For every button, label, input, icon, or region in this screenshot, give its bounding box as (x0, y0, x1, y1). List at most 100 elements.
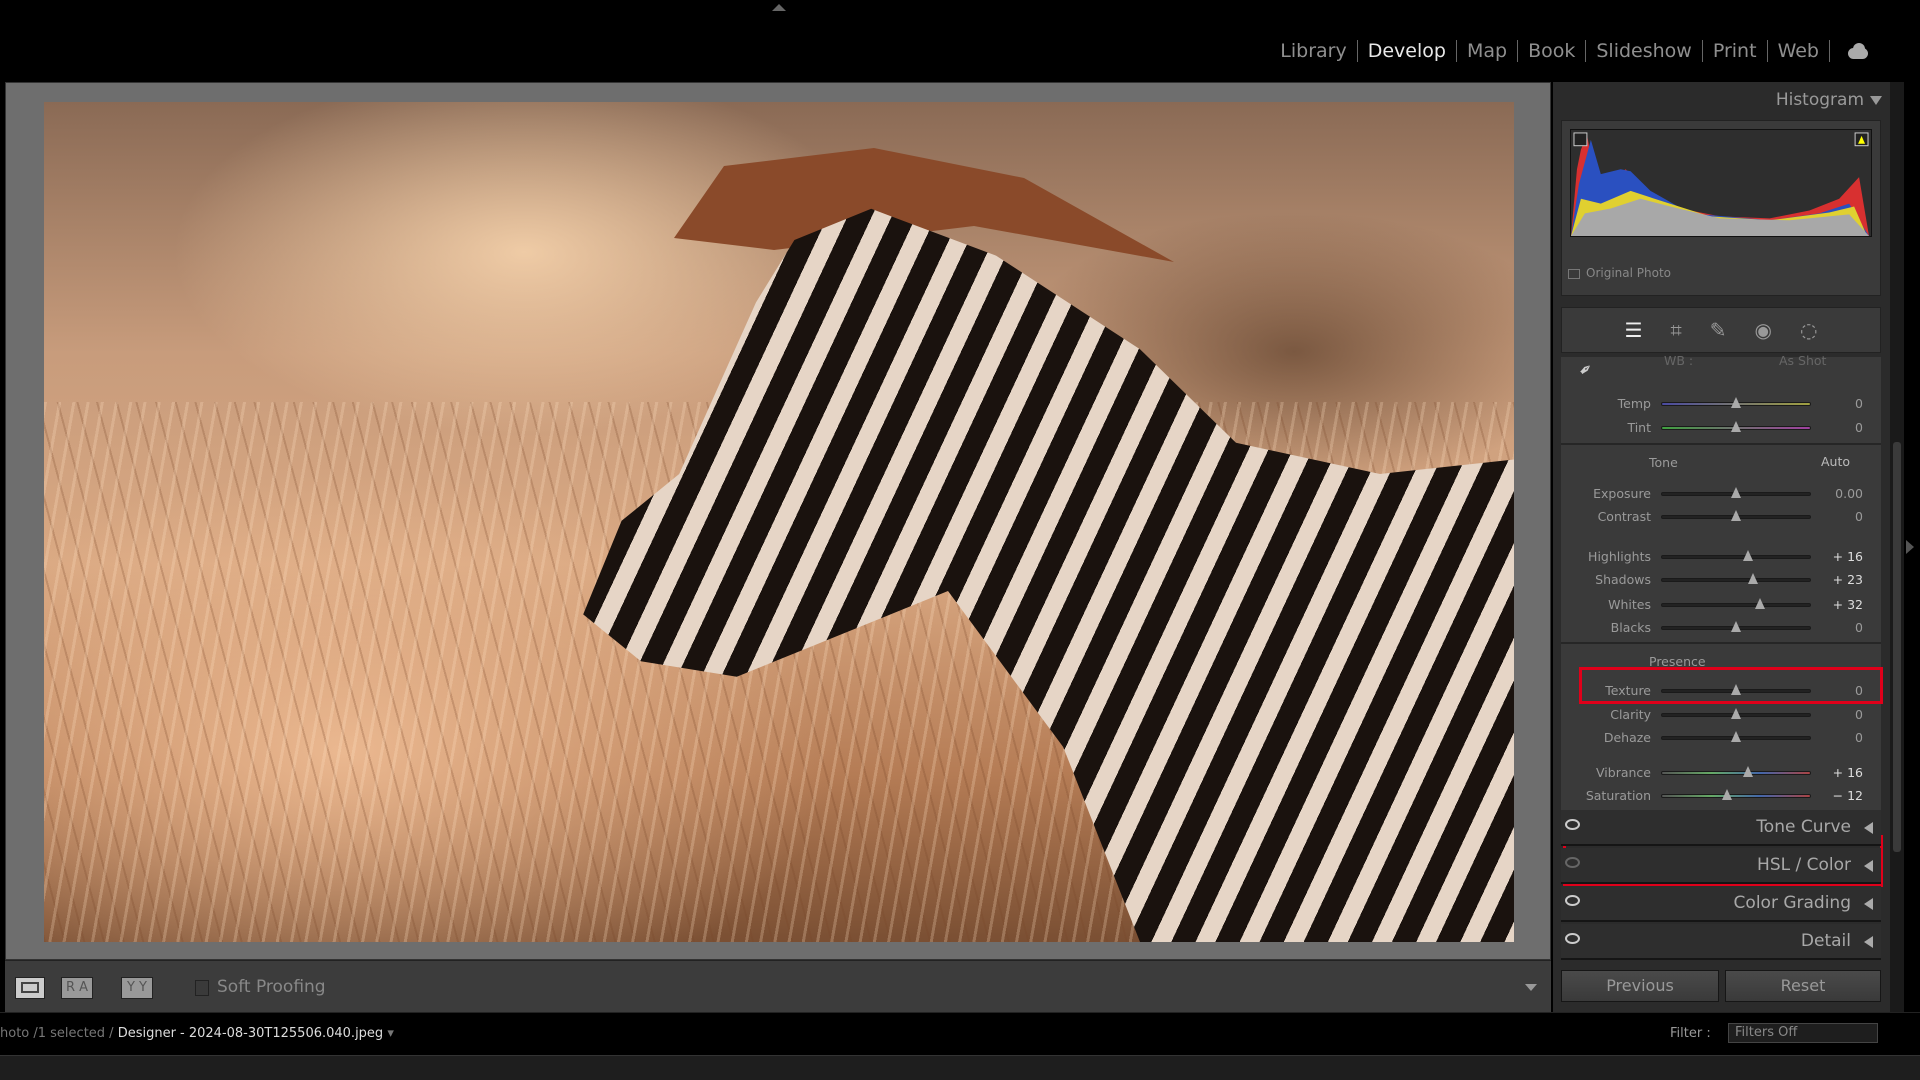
slider-thumb[interactable] (1748, 573, 1759, 584)
slider-dehaze: Dehaze 0 (1561, 728, 1881, 748)
masking-icon[interactable]: ◌ (1800, 318, 1817, 342)
photo-zebra[interactable] (44, 102, 1514, 942)
shadow-clipping-icon (1573, 132, 1588, 147)
slider-value[interactable]: 0 (1855, 707, 1863, 722)
crop-icon[interactable]: ⌗ (1671, 318, 1682, 342)
filter-label: Filter : (1670, 1026, 1711, 1041)
histogram: Original Photo (1561, 120, 1881, 296)
slider-label: Contrast (1597, 509, 1651, 524)
panel-detail[interactable]: Detail (1561, 924, 1881, 960)
panel-tone-curve[interactable]: Tone Curve (1561, 810, 1881, 846)
histogram-graph[interactable] (1570, 129, 1872, 237)
auto-button[interactable]: Auto (1821, 454, 1850, 469)
panel-title: HSL / Color (1757, 855, 1851, 875)
slider-exposure: Exposure 0.00 (1561, 484, 1881, 504)
collapse-top-panel-icon[interactable] (772, 4, 786, 11)
red-eye-icon[interactable]: ◉ (1755, 318, 1772, 342)
filmstrip-header: hoto /1 selected / Designer - 2024-08-30… (0, 1012, 1920, 1055)
panel-color-grading[interactable]: Color Grading (1561, 886, 1881, 922)
before-after-lr-button[interactable]: R A (61, 977, 93, 999)
tool-strip: ☰ ⌗ ✎ ◉ ◌ (1561, 307, 1881, 353)
slider-value[interactable]: 0 (1855, 683, 1863, 698)
healing-icon[interactable]: ✎ (1710, 318, 1727, 342)
soft-proofing-checkbox[interactable] (195, 980, 209, 996)
original-photo-label: Original Photo (1586, 266, 1672, 280)
expand-icon (1864, 822, 1873, 834)
slider-thumb[interactable] (1743, 550, 1753, 561)
module-slideshow[interactable]: Slideshow (1586, 40, 1703, 62)
expand-icon (1864, 860, 1873, 872)
module-picker: Library Develop Map Book Slideshow Print… (1270, 40, 1874, 62)
slider-value[interactable]: 0 (1855, 620, 1863, 635)
slider-label: Clarity (1610, 707, 1651, 722)
filter-select[interactable]: Filters Off (1728, 1023, 1878, 1043)
breadcrumb-prefix: hoto /1 selected / (0, 1026, 114, 1041)
slider-value[interactable]: − 12 (1833, 788, 1863, 803)
slider-value[interactable]: + 16 (1833, 549, 1863, 564)
module-develop[interactable]: Develop (1358, 40, 1457, 62)
slider-thumb[interactable] (1731, 731, 1741, 742)
reset-button[interactable]: Reset (1725, 970, 1881, 1002)
breadcrumb-filename[interactable]: Designer - 2024-08-30T125506.040.jpeg (118, 1026, 384, 1041)
slider-thumb[interactable] (1755, 598, 1765, 609)
before-after-tb-button[interactable]: Y Y (121, 977, 153, 999)
slider-value[interactable]: 0 (1855, 730, 1863, 745)
image-viewer (5, 82, 1551, 960)
eye-icon[interactable] (1565, 933, 1580, 944)
expand-icon (1864, 936, 1873, 948)
module-map[interactable]: Map (1457, 40, 1519, 62)
scrollbar-thumb[interactable] (1893, 442, 1901, 852)
slider-value[interactable]: + 23 (1833, 572, 1863, 587)
module-print[interactable]: Print (1703, 40, 1768, 62)
slider-contrast: Contrast 0 (1561, 507, 1881, 527)
loupe-view-button[interactable] (15, 977, 45, 999)
slider-thumb[interactable] (1731, 487, 1741, 498)
wb-select[interactable]: As Shot (1779, 353, 1826, 368)
slider-temp: Temp 0 (1561, 394, 1881, 414)
panel-title: Tone Curve (1756, 817, 1851, 837)
filename-dropdown-icon[interactable]: ▾ (387, 1026, 394, 1041)
slider-thumb[interactable] (1731, 684, 1741, 695)
module-book[interactable]: Book (1518, 40, 1587, 62)
slider-value[interactable]: + 16 (1833, 765, 1863, 780)
slider-track[interactable] (1661, 794, 1811, 798)
slider-track[interactable] (1661, 771, 1811, 775)
slider-thumb[interactable] (1731, 397, 1741, 408)
slider-value[interactable]: 0.00 (1835, 486, 1863, 501)
right-panel-scrollbar[interactable] (1890, 82, 1904, 1012)
slider-track[interactable] (1661, 555, 1811, 559)
slider-label: Texture (1605, 683, 1651, 698)
edit-sliders-icon[interactable]: ☰ (1625, 318, 1643, 342)
panel-title: Color Grading (1733, 893, 1851, 913)
original-photo-checkbox[interactable] (1568, 269, 1580, 279)
slider-track[interactable] (1661, 578, 1811, 582)
previous-button[interactable]: Previous (1561, 970, 1719, 1002)
expand-right-panel-icon[interactable] (1906, 540, 1914, 554)
soft-proofing-label: Soft Proofing (217, 977, 326, 997)
slider-thumb[interactable] (1722, 789, 1732, 800)
slider-thumb[interactable] (1731, 708, 1741, 719)
eye-icon[interactable] (1565, 857, 1580, 868)
wb-eyedropper-icon[interactable]: ✒ (1574, 358, 1596, 381)
eye-icon[interactable] (1565, 819, 1580, 830)
panel-hsl-color[interactable]: HSL / Color (1561, 848, 1881, 884)
basic-panel: ✒ WB : As Shot Tone Auto Presence Temp 0 T… (1561, 353, 1883, 887)
module-library[interactable]: Library (1270, 40, 1358, 62)
eye-icon[interactable] (1565, 895, 1580, 906)
slider-thumb[interactable] (1731, 510, 1741, 521)
cloud-sync-icon[interactable] (1846, 42, 1874, 60)
slider-track[interactable] (1661, 603, 1811, 607)
module-web[interactable]: Web (1768, 40, 1830, 62)
tone-title: Tone (1649, 455, 1678, 470)
slider-clarity: Clarity 0 (1561, 705, 1881, 725)
slider-thumb[interactable] (1731, 621, 1741, 632)
slider-value[interactable]: + 32 (1833, 597, 1863, 612)
slider-value[interactable]: 0 (1855, 396, 1863, 411)
slider-highlights: Highlights + 16 (1561, 547, 1881, 567)
slider-thumb[interactable] (1743, 766, 1753, 777)
slider-value[interactable]: 0 (1855, 420, 1863, 435)
slider-thumb[interactable] (1731, 421, 1741, 432)
slider-value[interactable]: 0 (1855, 509, 1863, 524)
toolbar-options-dropdown-icon[interactable] (1525, 984, 1537, 991)
histogram-header[interactable]: Histogram (1553, 82, 1890, 118)
